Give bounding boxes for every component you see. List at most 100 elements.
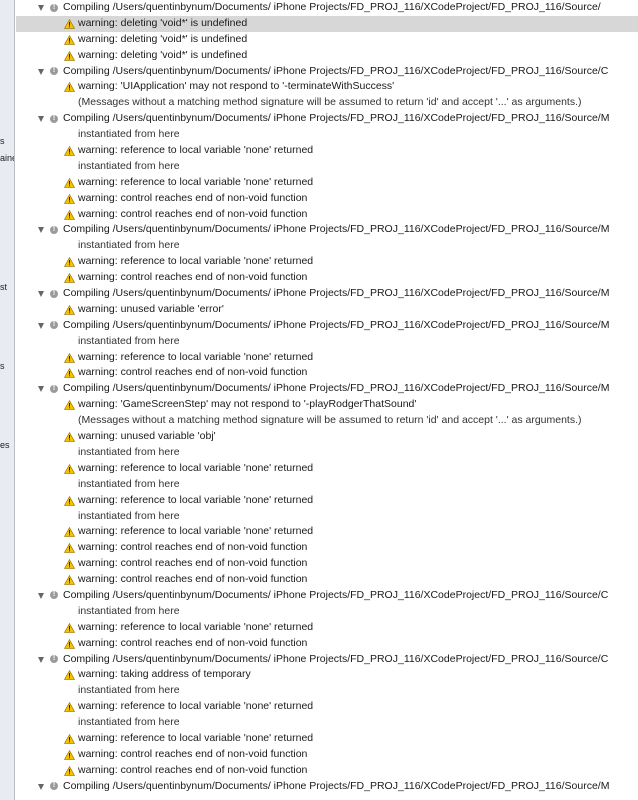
- note-row[interactable]: instantiated from here: [16, 683, 638, 699]
- warning-row[interactable]: warning: control reaches end of non-void…: [16, 763, 638, 779]
- warning-row[interactable]: warning: control reaches end of non-void…: [16, 540, 638, 556]
- warning-row[interactable]: warning: reference to local variable 'no…: [16, 350, 638, 366]
- warning-icon: [64, 495, 75, 506]
- disclosure-triangle-icon[interactable]: [38, 783, 44, 790]
- info-icon: !: [50, 321, 58, 330]
- disclosure-triangle-icon[interactable]: [38, 592, 44, 599]
- warning-text: warning: reference to local variable 'no…: [78, 700, 314, 713]
- compile-row[interactable]: ! Compiling /Users/quentinbynum/Documents…: [16, 381, 638, 397]
- compile-row[interactable]: ! Compiling /Users/quentinbynum/Documents…: [16, 111, 638, 127]
- note-row[interactable]: instantiated from here: [16, 509, 638, 525]
- disclosure-triangle-icon[interactable]: [38, 386, 44, 393]
- note-row[interactable]: instantiated from here: [16, 715, 638, 731]
- warning-row[interactable]: warning: 'GameScreenStep' may not respon…: [16, 397, 638, 413]
- warning-row[interactable]: warning: reference to local variable 'no…: [16, 461, 638, 477]
- warning-text: warning: control reaches end of non-void…: [78, 191, 308, 204]
- warning-row[interactable]: warning: deleting 'void*' is undefined: [16, 48, 638, 64]
- warning-row[interactable]: warning: reference to local variable 'no…: [16, 175, 638, 191]
- warning-icon: [64, 18, 75, 29]
- warning-row[interactable]: warning: 'UIApplication' may not respond…: [16, 79, 638, 95]
- warning-row[interactable]: warning: deleting 'void*' is undefined: [16, 32, 638, 48]
- compile-row[interactable]: ! Compiling /Users/quentinbynum/Documents…: [16, 779, 638, 795]
- warning-icon: [64, 463, 75, 474]
- note-text: instantiated from here: [78, 239, 180, 252]
- warning-text: warning: reference to local variable 'no…: [78, 255, 314, 268]
- warning-icon: [64, 559, 75, 569]
- note-text: (Messages without a matching method sign…: [78, 414, 582, 427]
- warning-text: warning: reference to local variable 'no…: [78, 350, 314, 363]
- disclosure-triangle-icon[interactable]: [38, 322, 44, 329]
- sidebar-label-fragment[interactable]: es: [0, 440, 10, 450]
- warning-icon: [64, 765, 75, 776]
- warning-icon: [64, 400, 75, 411]
- compile-row[interactable]: ! Compiling /Users/quentinbynum/Documents…: [16, 652, 638, 668]
- note-row[interactable]: instantiated from here: [16, 477, 638, 493]
- sidebar-label-fragment[interactable]: aine: [0, 153, 14, 163]
- sidebar-label-fragment[interactable]: s: [0, 136, 5, 146]
- sidebar-label-fragment[interactable]: s: [0, 361, 5, 371]
- warning-row[interactable]: warning: control reaches end of non-void…: [16, 747, 638, 763]
- warning-row[interactable]: warning: reference to local variable 'no…: [16, 699, 638, 715]
- compile-row[interactable]: ! Compiling /Users/quentinbynum/Documents…: [16, 318, 638, 334]
- info-icon: !: [50, 67, 58, 76]
- warning-row[interactable]: warning: reference to local variable 'no…: [16, 143, 638, 159]
- warning-row[interactable]: warning: reference to local variable 'no…: [16, 524, 638, 540]
- disclosure-triangle-icon[interactable]: [38, 656, 44, 663]
- warning-row[interactable]: warning: unused variable 'error': [16, 302, 638, 318]
- info-icon: !: [50, 384, 58, 393]
- warning-row[interactable]: warning: control reaches end of non-void…: [16, 191, 638, 207]
- warning-row[interactable]: warning: control reaches end of non-void…: [16, 572, 638, 588]
- warning-text: warning: 'UIApplication' may not respond…: [78, 80, 395, 93]
- note-text: instantiated from here: [78, 604, 180, 617]
- compile-row[interactable]: ! Compiling /Users/quentinbynum/Documents…: [16, 64, 638, 80]
- warning-text: warning: control reaches end of non-void…: [78, 366, 308, 379]
- warning-row[interactable]: warning: reference to local variable 'no…: [16, 620, 638, 636]
- disclosure-triangle-icon[interactable]: [38, 116, 44, 123]
- disclosure-triangle-icon[interactable]: [38, 68, 44, 75]
- disclosure-triangle-icon[interactable]: [38, 5, 44, 11]
- warning-text: warning: unused variable 'obj': [78, 430, 216, 443]
- warning-row[interactable]: warning: control reaches end of non-void…: [16, 207, 638, 223]
- compile-path-text: Compiling /Users/quentinbynum/Documents/…: [63, 318, 610, 331]
- warning-icon: [64, 352, 75, 363]
- warning-icon: [64, 733, 75, 744]
- info-icon: !: [50, 289, 58, 298]
- note-row[interactable]: instantiated from here: [16, 127, 638, 143]
- note-row[interactable]: instantiated from here: [16, 445, 638, 461]
- compile-row[interactable]: ! Compiling /Users/quentinbynum/Documents…: [16, 222, 638, 238]
- warning-icon: [64, 273, 75, 283]
- compile-path-text: Compiling /Users/quentinbynum/Documents/…: [63, 112, 610, 125]
- disclosure-triangle-icon[interactable]: [38, 291, 44, 298]
- info-icon: !: [50, 591, 58, 600]
- warning-row[interactable]: warning: deleting 'void*' is undefined: [16, 15, 638, 32]
- warning-row[interactable]: warning: reference to local variable 'no…: [16, 731, 638, 747]
- warning-text: warning: control reaches end of non-void…: [78, 636, 308, 649]
- note-row[interactable]: instantiated from here: [16, 604, 638, 620]
- warning-row[interactable]: warning: reference to local variable 'no…: [16, 493, 638, 509]
- warning-text: warning: control reaches end of non-void…: [78, 541, 308, 554]
- warning-row[interactable]: warning: control reaches end of non-void…: [16, 556, 638, 572]
- warning-icon: [64, 50, 75, 61]
- warning-row[interactable]: warning: control reaches end of non-void…: [16, 636, 638, 652]
- warning-row[interactable]: warning: control reaches end of non-void…: [16, 270, 638, 286]
- warning-row[interactable]: warning: unused variable 'obj': [16, 429, 638, 445]
- note-row[interactable]: instantiated from here: [16, 159, 638, 175]
- warning-icon: [64, 749, 75, 760]
- compile-row[interactable]: ! Compiling /Users/quentinbynum/Documents…: [16, 588, 638, 604]
- note-text: instantiated from here: [78, 716, 180, 729]
- warning-text: warning: reference to local variable 'no…: [78, 731, 314, 744]
- disclosure-triangle-icon[interactable]: [38, 227, 44, 234]
- compile-row[interactable]: ! Compiling /Users/quentinbynum/Documents…: [16, 0, 638, 16]
- warning-row[interactable]: warning: taking address of temporary: [16, 667, 638, 683]
- sidebar: s aine st s es: [0, 0, 15, 800]
- compile-row[interactable]: ! Compiling /Users/quentinbynum/Documents…: [16, 286, 638, 302]
- sidebar-label-fragment[interactable]: st: [0, 282, 7, 292]
- note-row[interactable]: instantiated from here: [16, 334, 638, 350]
- warning-row[interactable]: warning: reference to local variable 'no…: [16, 254, 638, 270]
- warning-row[interactable]: warning: control reaches end of non-void…: [16, 365, 638, 381]
- note-row[interactable]: (Messages without a matching method sign…: [16, 413, 638, 429]
- note-row[interactable]: (Messages without a matching method sign…: [16, 95, 638, 111]
- note-row[interactable]: instantiated from here: [16, 238, 638, 254]
- warning-icon: [64, 304, 75, 315]
- info-icon: !: [50, 655, 58, 664]
